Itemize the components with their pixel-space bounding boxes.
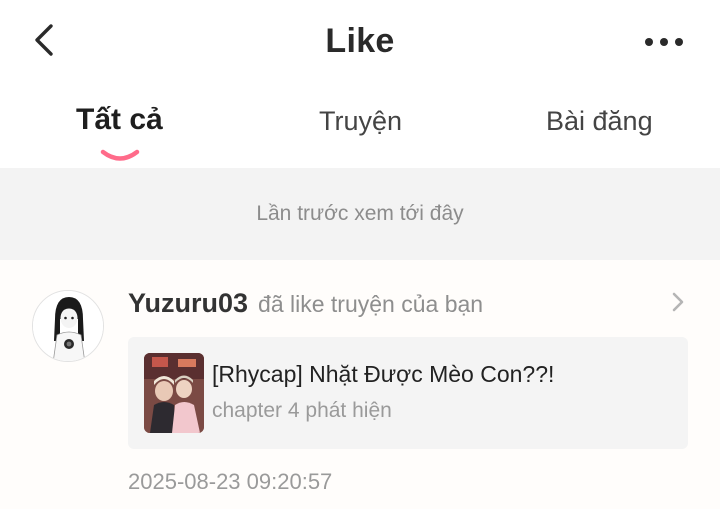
more-dot — [675, 38, 683, 46]
more-options-button[interactable] — [636, 24, 692, 60]
page-title: Like — [325, 22, 395, 60]
app-header: Like — [0, 0, 720, 84]
avatar[interactable] — [32, 290, 104, 362]
notification-item[interactable]: Yuzuru03 đã like truyện của bạn [Rhycap]… — [0, 260, 720, 509]
last-seen-label: Lần trước xem tới đây — [256, 202, 464, 225]
more-horizontal-icon — [645, 38, 653, 46]
story-chapter: chapter 4 phát hiện — [212, 399, 392, 422]
tab-stories[interactable]: Truyện — [319, 106, 402, 137]
tab-posts[interactable]: Bài đăng — [546, 106, 653, 137]
tab-all[interactable]: Tất cả — [76, 103, 163, 137]
username[interactable]: Yuzuru03 — [128, 288, 248, 319]
tab-bar: Tất cả Truyện Bài đăng — [0, 88, 720, 168]
more-dot — [660, 38, 668, 46]
open-notification-button[interactable] — [668, 290, 688, 314]
story-cover-illustration — [144, 353, 204, 433]
story-title: [Rhycap] Nhặt Được Mèo Con??! — [212, 361, 555, 387]
story-card[interactable]: [Rhycap] Nhặt Được Mèo Con??! chapter 4 … — [128, 337, 688, 449]
notification-text: Yuzuru03 đã like truyện của bạn — [128, 288, 483, 319]
chevron-right-icon — [672, 292, 684, 312]
last-seen-divider: Lần trước xem tới đây — [0, 168, 720, 260]
notification-action: đã like truyện của bạn — [258, 291, 484, 317]
active-tab-indicator — [100, 149, 140, 161]
user-avatar-illustration — [33, 291, 103, 361]
notification-timestamp: 2025-08-23 09:20:57 — [128, 469, 333, 494]
story-cover-image — [144, 353, 204, 433]
